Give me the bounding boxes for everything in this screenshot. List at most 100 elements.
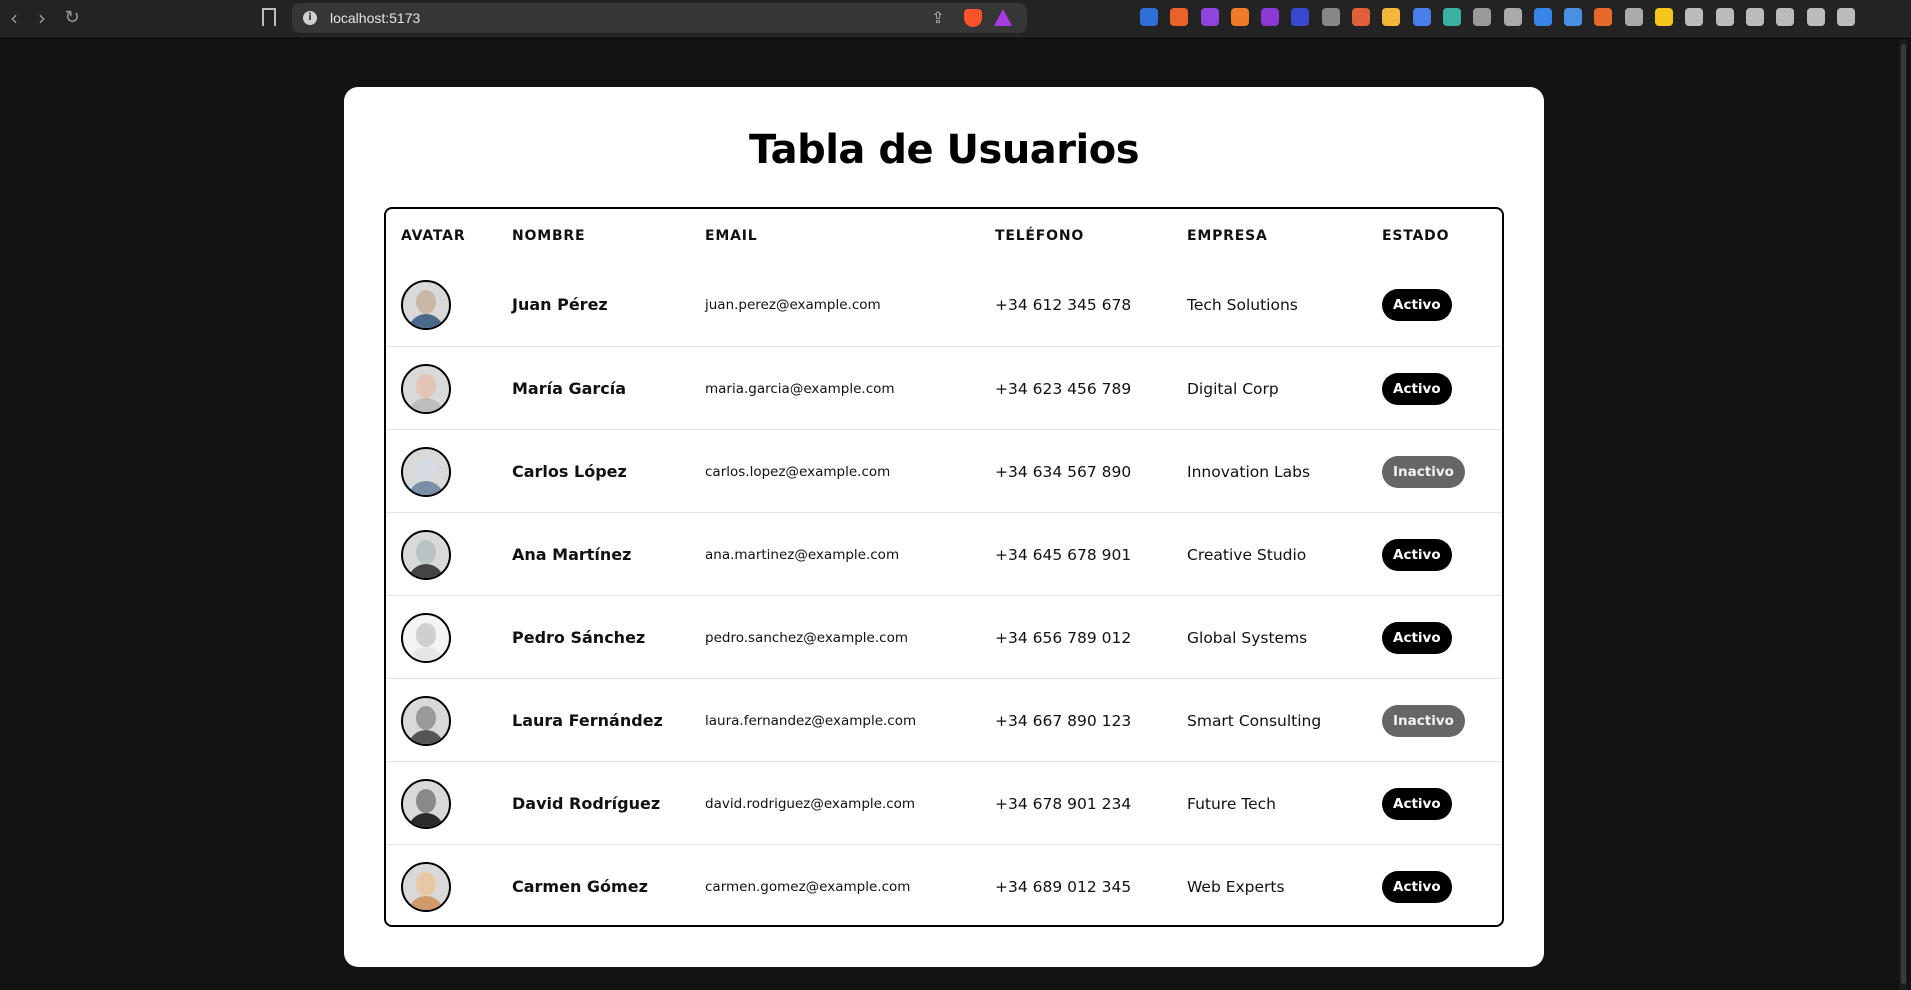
user-email: david.rodriguez@example.com — [705, 795, 916, 812]
header-name: NOMBRE — [512, 228, 586, 244]
user-phone: +34 689 012 345 — [995, 877, 1132, 896]
avatar-cell — [401, 347, 451, 430]
avatar-cell — [401, 513, 451, 596]
user-name: Laura Fernández — [512, 711, 663, 730]
avatar-body — [408, 895, 444, 910]
share-icon[interactable]: ⇪ — [928, 8, 948, 28]
extension-icon[interactable] — [1382, 8, 1401, 26]
user-company: Future Tech — [1187, 794, 1277, 813]
extension-icon[interactable] — [1715, 8, 1734, 26]
status-cell: Activo — [1382, 513, 1452, 596]
user-phone: +34 612 345 678 — [995, 295, 1132, 314]
user-phone: +34 623 456 789 — [995, 379, 1132, 398]
user-company: Tech Solutions — [1187, 295, 1298, 314]
extension-icon[interactable] — [1261, 8, 1280, 26]
table-row: Carmen Gómez carmen.gomez@example.com +3… — [386, 844, 1502, 925]
user-company: Creative Studio — [1187, 545, 1307, 564]
status-cell: Activo — [1382, 762, 1452, 845]
extension-icon[interactable] — [1200, 8, 1219, 26]
avatar-body — [408, 313, 444, 328]
chevron-left-icon[interactable]: ‹ — [2, 6, 26, 30]
extension-icon[interactable] — [1836, 8, 1855, 26]
extension-icon[interactable] — [1594, 8, 1613, 26]
extension-icon[interactable] — [1442, 8, 1461, 26]
avatar-face — [416, 705, 436, 730]
brave-rewards-icon[interactable] — [994, 9, 1012, 26]
avatar-body — [408, 397, 444, 412]
extension-icon[interactable] — [1291, 8, 1310, 26]
avatar-body — [408, 563, 444, 578]
status-badge: Activo — [1382, 538, 1452, 571]
user-name: Pedro Sánchez — [512, 628, 646, 647]
scrollbar-thumb[interactable] — [1901, 44, 1906, 984]
extensions-bar — [1140, 8, 1867, 28]
user-name: Juan Pérez — [512, 295, 608, 314]
user-phone: +34 678 901 234 — [995, 794, 1132, 813]
avatar-cell — [401, 762, 451, 845]
avatar-face — [416, 622, 436, 647]
reload-icon[interactable]: ↻ — [60, 6, 84, 30]
avatar — [401, 529, 451, 580]
avatar-cell — [401, 679, 451, 762]
extension-icon[interactable] — [1685, 8, 1704, 26]
table-row: Laura Fernández laura.fernandez@example.… — [386, 678, 1502, 761]
avatar-cell — [401, 430, 451, 513]
avatar-face — [416, 539, 436, 564]
extension-icon[interactable] — [1503, 8, 1522, 26]
avatar — [401, 778, 451, 829]
status-cell: Activo — [1382, 263, 1452, 346]
avatar — [401, 612, 451, 663]
extension-icon[interactable] — [1776, 8, 1795, 26]
avatar — [401, 695, 451, 746]
status-badge: Activo — [1382, 288, 1452, 321]
extension-icon[interactable] — [1140, 8, 1158, 26]
extension-icon[interactable] — [1533, 8, 1552, 26]
user-email: maria.garcia@example.com — [705, 380, 895, 397]
avatar-body — [408, 480, 444, 495]
extension-icon[interactable] — [1655, 8, 1674, 26]
user-email: carmen.gomez@example.com — [705, 878, 911, 895]
page-title: Tabla de Usuarios — [748, 127, 1140, 173]
extension-icon[interactable] — [1806, 8, 1825, 26]
user-company: Innovation Labs — [1187, 462, 1311, 481]
extension-icon[interactable] — [1564, 8, 1583, 26]
status-badge: Activo — [1382, 372, 1452, 405]
user-phone: +34 656 789 012 — [995, 628, 1132, 647]
avatar-cell — [401, 596, 451, 679]
extension-icon[interactable] — [1473, 8, 1492, 26]
user-phone: +34 634 567 890 — [995, 462, 1132, 481]
extension-icon[interactable] — [1170, 8, 1189, 26]
extension-icon[interactable] — [1624, 8, 1643, 26]
table-row: Juan Pérez juan.perez@example.com +34 61… — [386, 263, 1502, 346]
extension-icon[interactable] — [1352, 8, 1371, 26]
avatar — [401, 279, 451, 330]
status-cell: Activo — [1382, 347, 1452, 430]
table-row: Ana Martínez ana.martinez@example.com +3… — [386, 512, 1502, 595]
brave-shields-icon[interactable] — [964, 9, 982, 27]
chevron-right-icon[interactable]: › — [30, 6, 54, 30]
status-badge: Inactivo — [1382, 455, 1465, 488]
user-name: Ana Martínez — [512, 545, 632, 564]
status-badge: Activo — [1382, 621, 1452, 654]
avatar-face — [416, 289, 436, 314]
avatar-face — [416, 788, 436, 813]
user-company: Web Experts — [1187, 877, 1285, 896]
site-info-icon[interactable]: i — [303, 11, 317, 25]
user-name: Carmen Gómez — [512, 877, 648, 896]
status-badge: Activo — [1382, 870, 1452, 903]
table-row: Carlos López carlos.lopez@example.com +3… — [386, 429, 1502, 512]
extension-icon[interactable] — [1321, 8, 1340, 26]
avatar-face — [416, 456, 436, 481]
user-company: Digital Corp — [1187, 379, 1279, 398]
address-bar[interactable]: i localhost:5173 ⇪ — [292, 3, 1027, 33]
status-cell: Inactivo — [1382, 679, 1465, 762]
status-cell: Inactivo — [1382, 430, 1465, 513]
url-text[interactable]: localhost:5173 — [330, 10, 420, 26]
bookmark-icon[interactable] — [262, 8, 276, 26]
extension-icon[interactable] — [1745, 8, 1764, 26]
avatar — [401, 861, 451, 912]
user-email: pedro.sanchez@example.com — [705, 629, 908, 646]
header-avatar: AVATAR — [401, 228, 466, 244]
extension-icon[interactable] — [1230, 8, 1249, 26]
extension-icon[interactable] — [1412, 8, 1431, 26]
